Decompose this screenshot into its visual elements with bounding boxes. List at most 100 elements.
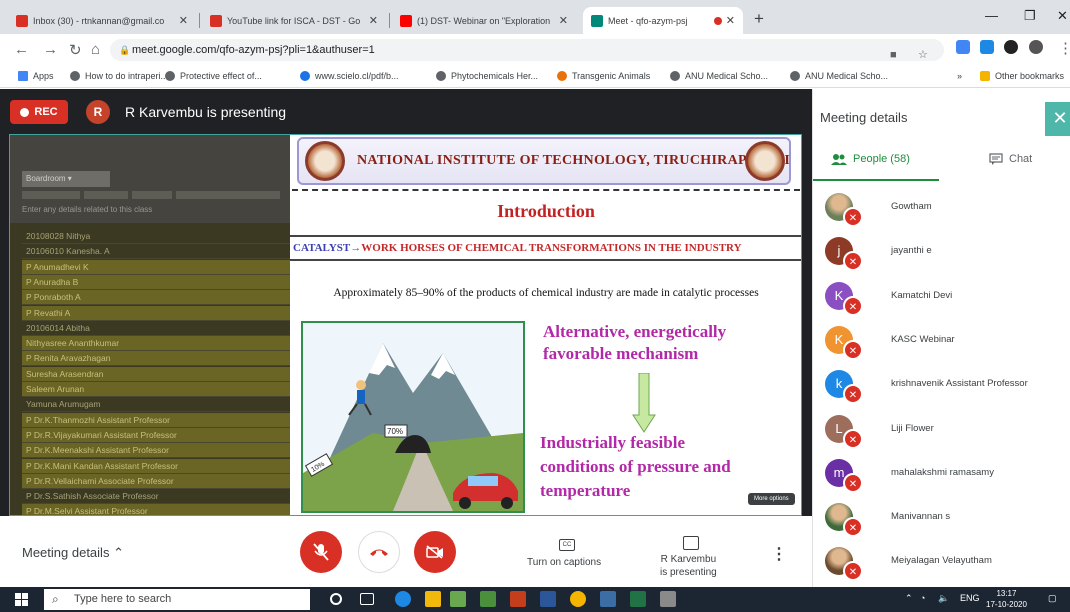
participant-row[interactable]: ✕ Manivannan s [813,497,1070,541]
attendance-row: P Revathi A [22,305,290,321]
taskbar-search-box[interactable]: ⌕ Type here to search [44,589,310,610]
participant-row[interactable]: L ✕ Liji Flower [813,409,1070,453]
turn-on-captions-button[interactable]: Turn on captions [527,557,601,568]
home-button[interactable]: ⌂ [91,41,100,58]
more-bookmarks-button[interactable]: » [957,71,962,81]
present-screen-icon[interactable] [683,536,699,550]
bookmark-item[interactable]: ANU Medical Scho... [790,71,888,81]
bookmark-item[interactable]: Phytochemicals Her... [436,71,538,81]
language-indicator[interactable]: ENG [960,593,980,603]
tab-title: (1) DST- Webinar on "Exploration [417,15,551,26]
browser-tab[interactable]: (1) DST- Webinar on "Exploration ✕ [392,7,576,34]
close-window-button[interactable]: ✕ [1057,8,1068,24]
participant-name: Kamatchi Devi [891,289,953,301]
participant-row[interactable]: ✕ Gowtham [813,187,1070,231]
bookmark-favicon-icon [670,71,680,81]
bookmark-item[interactable]: ANU Medical Scho... [670,71,768,81]
presenter-avatar: R [86,100,110,124]
bookmark-item[interactable]: Protective effect of... [165,71,262,81]
browser-tab[interactable]: Meet - qfo-azym-psj ✕ [583,7,743,34]
camera-permission-icon[interactable]: ■ [890,44,897,66]
word-icon[interactable] [540,591,556,607]
new-tab-button[interactable]: + [749,10,769,30]
meeting-details-button[interactable]: Meeting details ⌃ [22,545,124,561]
participant-row[interactable]: k ✕ krishnavenik Assistant Professor [813,364,1070,408]
meeting-details-sidebar: Meeting details ✕ People (58) Chat ✕ Gowt… [812,89,1070,587]
chrome-icon[interactable] [570,591,586,607]
bookmark-item[interactable]: Apps [18,71,54,81]
network-icon[interactable]: ◔ [920,593,925,603]
tray-chevron-icon[interactable]: ⌃ [905,593,913,604]
camera-toggle-button[interactable] [414,531,456,573]
extensions-puzzle-icon[interactable] [1004,40,1018,54]
bookmark-star-icon[interactable]: ☆ [918,44,928,66]
present-status-line-2: is presenting [660,567,717,578]
close-tab-icon[interactable]: ✕ [726,14,735,27]
leave-call-button[interactable] [358,531,400,573]
tab-chat[interactable]: Chat [989,153,1032,165]
participant-row[interactable]: m ✕ mahalakshmi ramasamy [813,453,1070,497]
search-icon: ⌕ [52,592,59,606]
catalyst-label: CATALYST [293,242,351,254]
extension-icon[interactable] [956,40,970,54]
bookmark-label: How to do intraperi... [85,71,169,81]
bookmark-favicon-icon [300,71,310,81]
browser-tab[interactable]: Inbox (30) - rtnkannan@gmail.co ✕ [8,7,196,34]
close-tab-icon[interactable]: ✕ [369,14,378,27]
bookmark-item[interactable]: www.scielo.cl/pdf/b... [300,71,399,81]
system-clock[interactable]: 13:17 17-10-2020 [986,588,1027,610]
restore-button[interactable]: ❐ [1024,8,1036,24]
cartoon-illustration: 70% 10% [303,323,523,511]
task-view-icon[interactable] [360,593,374,605]
profile-avatar[interactable] [1029,40,1043,54]
reload-button[interactable]: ↻ [69,41,82,59]
participant-name: Gowtham [891,201,932,212]
attendance-row: Yamuna Arumugam [22,397,290,413]
participant-row[interactable]: K ✕ Kamatchi Devi [813,276,1070,320]
close-sidebar-button[interactable]: ✕ [1045,102,1070,136]
other-bookmarks[interactable]: Other bookmarks [980,71,1064,81]
browser-tab-strip: Inbox (30) - rtnkannan@gmail.co ✕ YouTube … [0,0,1070,34]
bookmark-favicon-icon [557,71,567,81]
captions-icon[interactable]: CC [559,539,575,551]
bookmark-label: Protective effect of... [180,71,262,81]
bookmark-item[interactable]: Transgenic Animals [557,71,650,81]
windows-start-icon[interactable] [15,593,28,606]
store-icon[interactable] [450,591,466,607]
meeting-controls-bar: Meeting details ⌃ CC Turn on captions R … [0,516,812,587]
more-options-icon[interactable]: ⋮ [771,544,787,564]
recording-badge: REC [10,100,68,124]
browser-menu-icon[interactable]: ⋮ [1058,39,1070,57]
notifications-icon[interactable]: ▢ [1048,593,1057,604]
app-icon[interactable] [600,591,616,607]
file-explorer-icon[interactable] [425,591,441,607]
participant-row[interactable]: ✕ Meiyalagan Velayutham [813,541,1070,585]
panel-subtext: Enter any details related to this class [22,205,153,214]
minimize-button[interactable]: — [985,8,998,23]
cortana-icon[interactable] [330,593,342,605]
volume-icon[interactable]: 🔈 [938,593,949,604]
participant-row[interactable]: j ✕ jayanthi e [813,231,1070,275]
mic-muted-icon: ✕ [843,561,863,582]
close-tab-icon[interactable]: ✕ [559,14,568,27]
participant-row[interactable]: K ✕ KASC Webinar [813,320,1070,364]
attendance-row: P Dr.R.Vellaichami Associate Professor [22,473,290,489]
back-button[interactable]: ← [14,41,29,58]
mic-toggle-button[interactable] [300,531,342,573]
people-icon [831,154,847,165]
ind-line-1: Industrially feasible [540,433,685,452]
participant-name: Manivannan s [891,511,951,523]
app-icon[interactable] [480,591,496,607]
close-tab-icon[interactable]: ✕ [179,14,188,27]
excel-icon[interactable] [630,591,646,607]
extension-pen-icon[interactable] [980,40,994,54]
app-icon[interactable] [660,591,676,607]
bookmark-item[interactable]: How to do intraperi... [70,71,168,81]
browser-tab[interactable]: YouTube link for ISCA - DST - Go ✕ [202,7,386,34]
address-bar[interactable]: 🔒 meet.google.com/qfo-azym-psj?pli=1&aut… [110,39,944,61]
forward-button[interactable]: → [43,41,58,58]
present-status-button[interactable]: R Karvembu is presenting [660,553,717,579]
powerpoint-icon[interactable] [510,591,526,607]
edge-icon[interactable] [395,591,411,607]
tab-people[interactable]: People (58) [831,153,910,165]
